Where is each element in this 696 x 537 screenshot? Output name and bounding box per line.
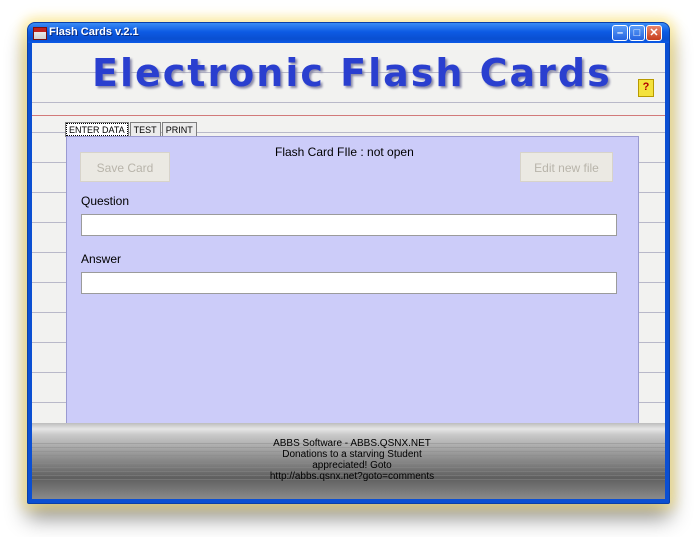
answer-input[interactable] <box>81 272 617 294</box>
tab-strip: ENTER DATA TEST PRINT <box>65 122 198 137</box>
help-button[interactable]: ? <box>638 79 654 97</box>
maximize-button[interactable]: □ <box>629 25 645 41</box>
enter-data-panel: Save Card Flash Card FIle : not open Edi… <box>66 136 639 432</box>
credits-line-4[interactable]: http://abbs.qsnx.net?goto=comments <box>212 471 492 482</box>
question-input[interactable] <box>81 214 617 236</box>
banner-title: Electronic Flash Cards <box>92 51 612 95</box>
tab-enter-data[interactable]: ENTER DATA <box>65 122 129 137</box>
minimize-button[interactable]: – <box>612 25 628 41</box>
app-window: Flash Cards v.2.1 – □ ✕ Electronic Flash… <box>27 22 670 504</box>
save-card-button[interactable]: Save Card <box>80 152 170 182</box>
credits: ABBS Software - ABBS.QSNX.NET Donations … <box>212 438 492 482</box>
credits-line-1: ABBS Software - ABBS.QSNX.NET <box>273 438 431 449</box>
credits-line-3: appreciated! Goto <box>312 460 392 471</box>
question-label: Question <box>81 194 130 208</box>
file-status: Flash Card FIle : not open <box>275 145 414 159</box>
credits-line-2: Donations to a starving Student <box>282 449 422 460</box>
client-area: Electronic Flash Cards ? ENTER DATA TEST… <box>32 43 665 499</box>
title-bar[interactable]: Flash Cards v.2.1 – □ ✕ <box>28 23 669 43</box>
window-title: Flash Cards v.2.1 <box>49 26 139 38</box>
tab-print[interactable]: PRINT <box>161 122 197 137</box>
close-button[interactable]: ✕ <box>646 25 662 41</box>
tab-test[interactable]: TEST <box>129 122 161 137</box>
flash-card-icon[interactable] <box>33 27 47 40</box>
margin-line <box>32 115 665 116</box>
edit-new-file-button[interactable]: Edit new file <box>520 152 613 182</box>
answer-label: Answer <box>81 252 122 266</box>
